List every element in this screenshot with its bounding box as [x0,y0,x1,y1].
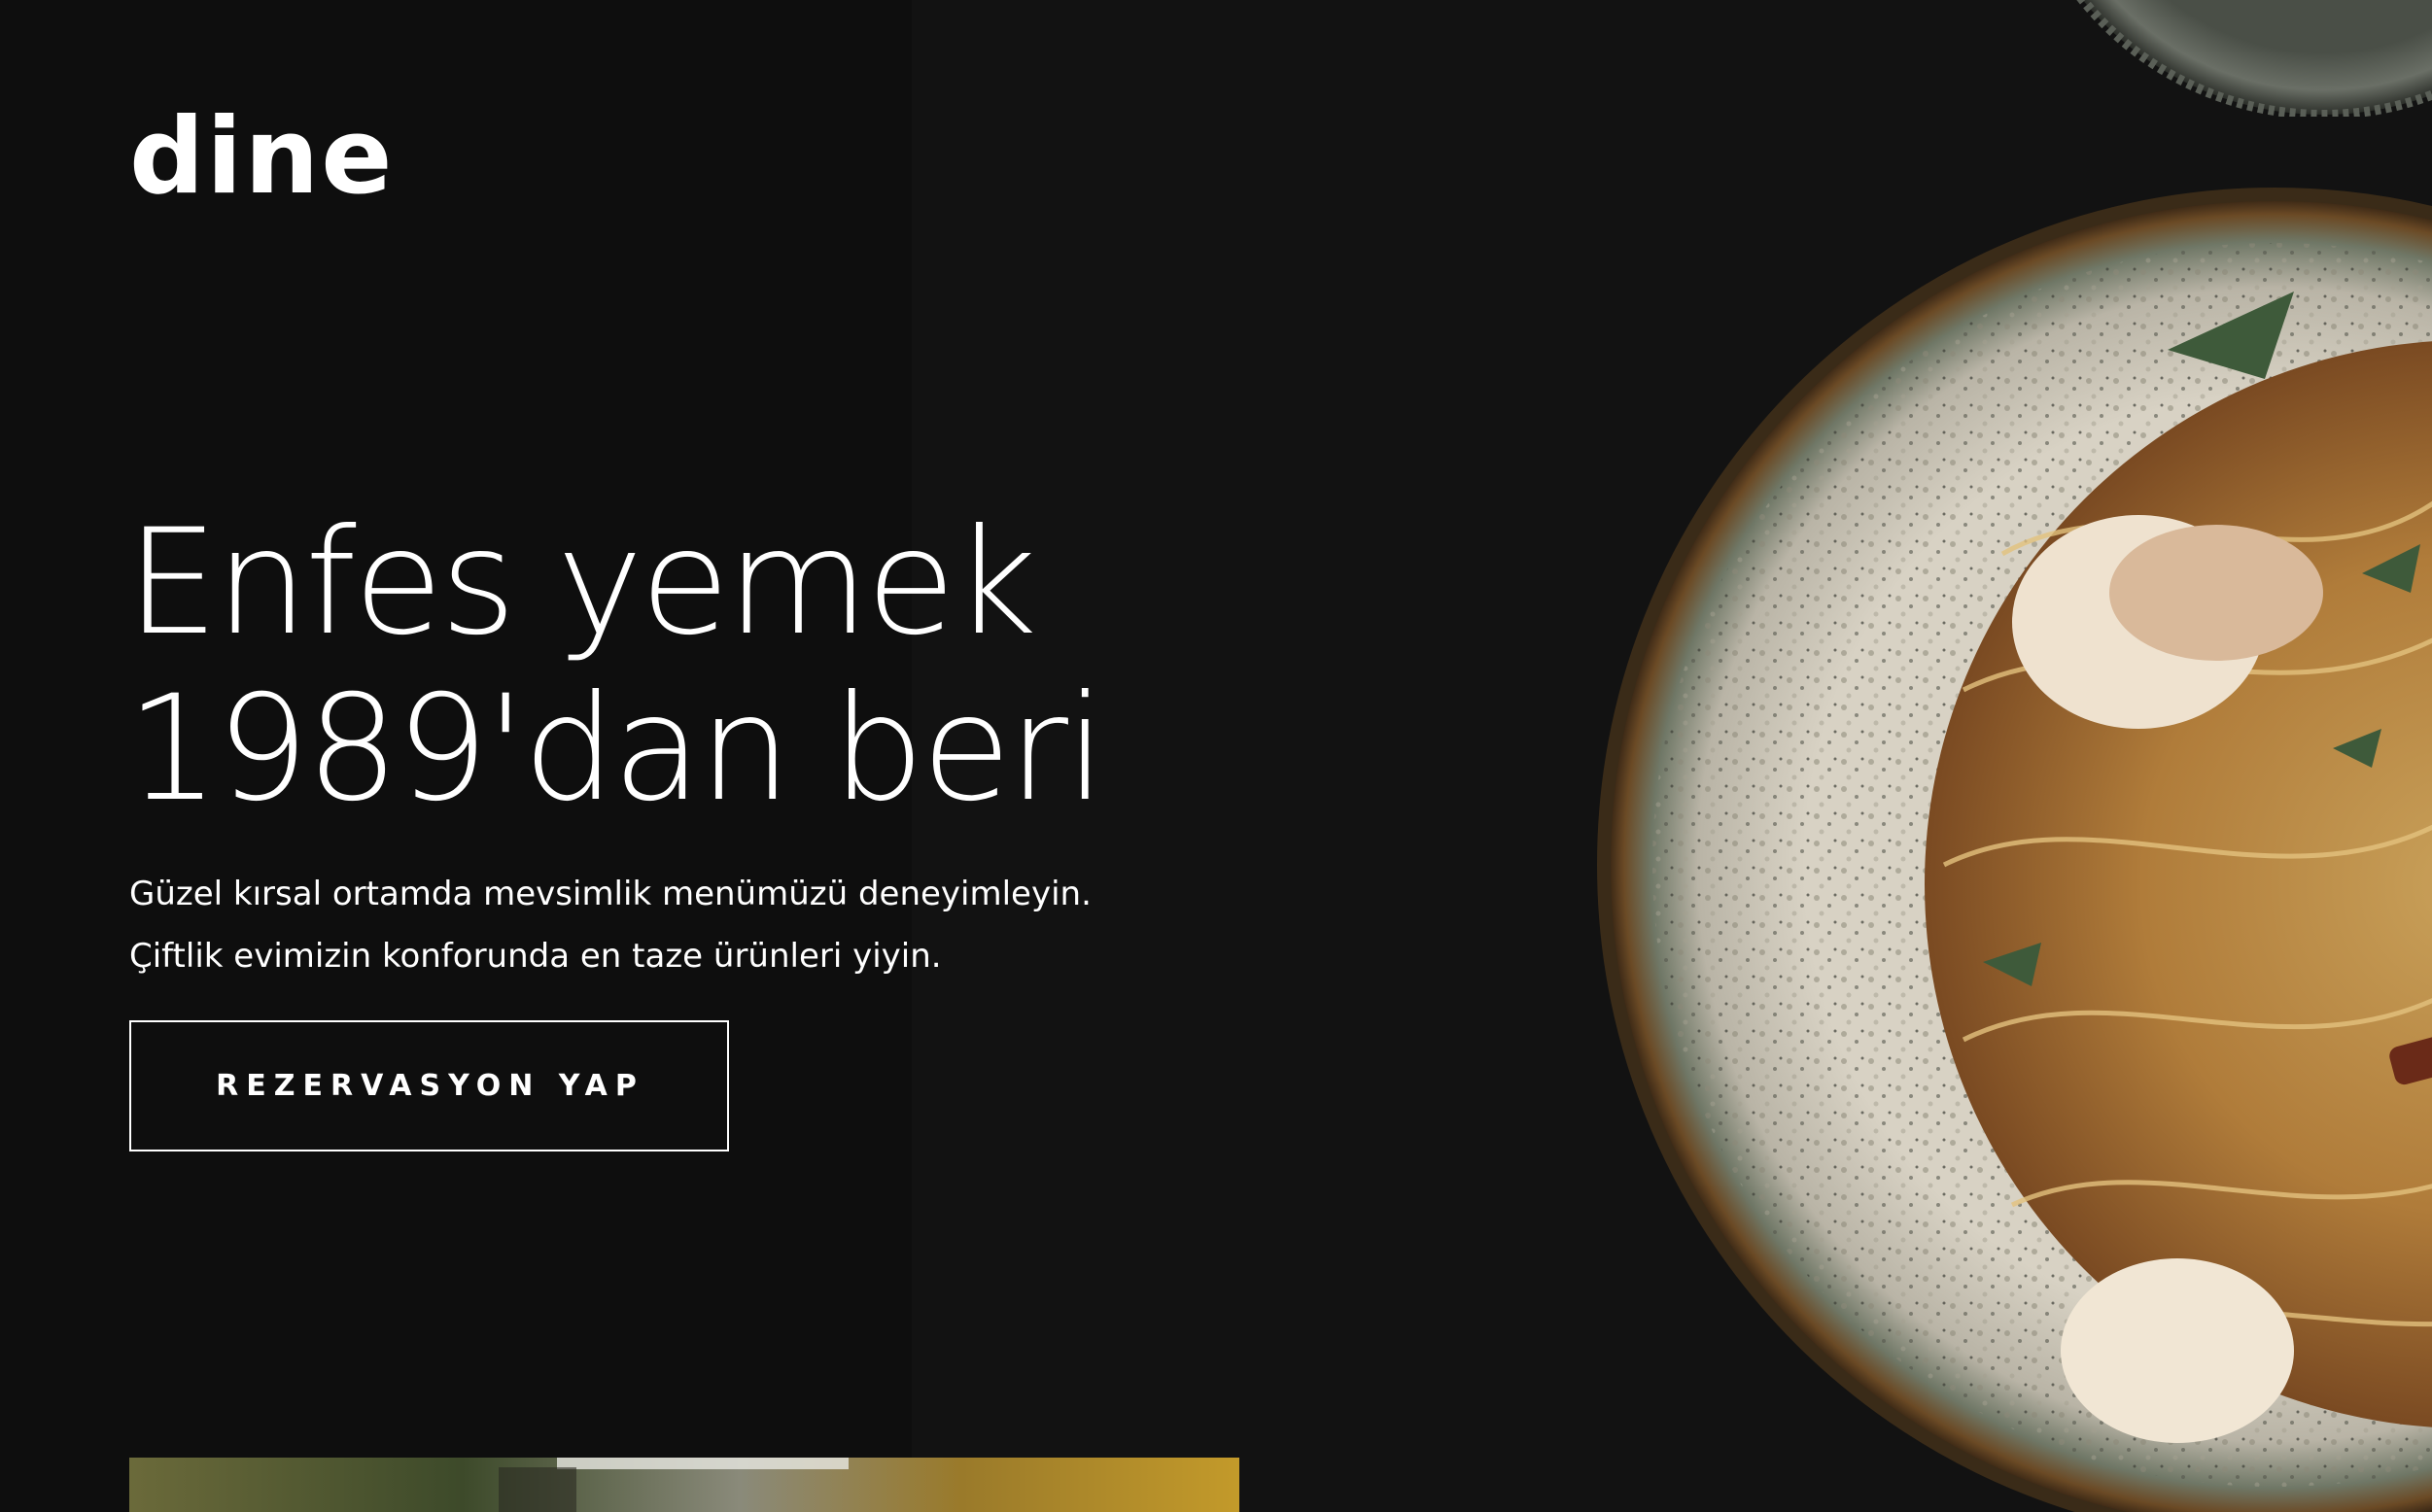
hero-headline: Enfes yemek 1989'dan beri [126,498,1106,834]
pasta-plate-image [1597,188,2432,1512]
logo[interactable]: dine [129,105,394,210]
book-table-button[interactable]: REZERVASYON YAP [129,1020,729,1151]
headline-line-1: Enfes yemek [126,498,1037,668]
hero-section: dine Enfes yemek 1989'dan beri Güzel kır… [0,0,2432,1512]
description-line-2: Çiftlik evimizin konforunda en taze ürün… [129,937,942,976]
headline-line-2: 1989'dan beri [126,665,1106,834]
plate-rim-image [2076,0,2432,117]
countryside-image [129,1458,1239,1512]
description-line-1: Güzel kırsal ortamda mevsimlik menümüzü … [129,875,1092,913]
hero-description: Güzel kırsal ortamda mevsimlik menümüzü … [129,863,1092,987]
